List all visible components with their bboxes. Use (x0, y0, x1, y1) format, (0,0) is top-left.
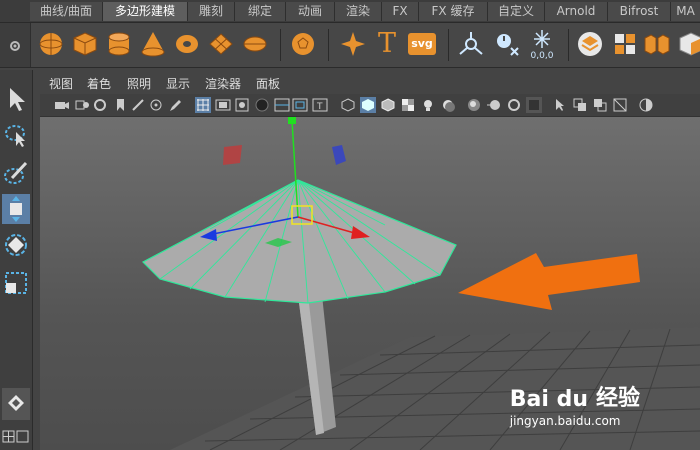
pen-icon[interactable] (168, 97, 184, 113)
xray-icon[interactable] (572, 97, 588, 113)
cone-mesh[interactable] (142, 179, 457, 304)
safe-action-icon[interactable] (292, 97, 308, 113)
torus-icon[interactable] (172, 29, 202, 59)
2d-pan-icon[interactable] (148, 97, 164, 113)
watermark-url: jingyan.baidu.com (509, 414, 621, 428)
anti-alias-icon[interactable] (506, 97, 522, 113)
move-tool-button[interactable] (2, 194, 30, 224)
safe-title-icon[interactable]: T (312, 97, 328, 113)
tab-animation[interactable]: 动画 (286, 2, 335, 21)
cube-icon[interactable] (70, 29, 100, 59)
shelf-tab-bar: 曲线/曲面 多边形建模 雕刻 绑定 动画 渲染 FX FX 缓存 自定义 Arn… (0, 0, 700, 23)
separate-icon[interactable] (642, 29, 672, 59)
numeric-label: 0,0,0 (530, 51, 554, 61)
move-tool-icon (10, 196, 22, 222)
smooth-shade-icon[interactable] (360, 97, 376, 113)
text-icon[interactable]: T (372, 29, 402, 59)
sphere-icon[interactable] (36, 29, 66, 59)
watermark: Bai du 经验 jingyan.baidu.com (510, 380, 640, 428)
menu-view[interactable]: 视图 (49, 75, 73, 92)
baidu-logo: Bai du (509, 387, 588, 412)
tab-bifrost[interactable]: Bifrost (608, 2, 671, 21)
depth-of-field-icon[interactable] (526, 97, 542, 113)
menu-lighting[interactable]: 照明 (127, 75, 151, 92)
shelf-divider (280, 29, 281, 61)
rotate-tool-icon[interactable] (2, 230, 30, 260)
cone-icon[interactable] (138, 29, 168, 59)
tab-poly-modeling[interactable]: 多边形建模 (103, 2, 188, 21)
xray-joints-icon[interactable] (592, 97, 608, 113)
snowflake-icon[interactable]: 0,0,0 (524, 29, 560, 61)
clock-delete-icon[interactable] (492, 29, 522, 59)
film-gate-icon[interactable] (215, 97, 231, 113)
select-tool-icon[interactable] (2, 84, 30, 114)
menu-show[interactable]: 显示 (166, 75, 190, 92)
motion-blur-icon[interactable] (486, 97, 502, 113)
menu-shading[interactable]: 着色 (87, 75, 111, 92)
camera-attr-icon[interactable] (74, 97, 90, 113)
image-plane-icon[interactable] (112, 97, 128, 113)
isolate-select-icon[interactable] (552, 97, 568, 113)
tab-fx[interactable]: FX (382, 2, 419, 21)
tab-sculpting[interactable]: 雕刻 (188, 2, 235, 21)
svg-icon[interactable]: svg (408, 33, 436, 55)
sweep-mesh-icon[interactable] (456, 29, 486, 59)
paint-select-icon[interactable] (2, 158, 30, 188)
panel-menu-bar: 视图 着色 照明 显示 渲染器 面板 (40, 72, 700, 94)
exposure-icon[interactable] (638, 97, 654, 113)
tab-fx-caching[interactable]: FX 缓存 (419, 2, 488, 21)
lasso-icon[interactable] (2, 120, 30, 150)
wireframe-icon[interactable] (340, 97, 356, 113)
tab-arnold[interactable]: Arnold (545, 2, 608, 21)
gate-mask-icon[interactable] (254, 97, 270, 113)
layers-icon[interactable] (575, 29, 605, 59)
camera-icon[interactable] (54, 97, 70, 113)
gear-icon[interactable] (0, 23, 30, 67)
ambient-occlusion-icon[interactable] (466, 97, 482, 113)
shelf: T svg 0,0,0 (0, 23, 700, 68)
shadows-icon[interactable] (440, 97, 456, 113)
menu-renderer[interactable]: 渲染器 (205, 75, 241, 92)
backface-icon[interactable] (612, 97, 628, 113)
cylinder-icon[interactable] (104, 29, 134, 59)
tab-ma[interactable]: MA (671, 2, 700, 21)
textured-icon[interactable] (400, 97, 416, 113)
tab-rigging[interactable]: 绑定 (235, 2, 286, 21)
menu-panels[interactable]: 面板 (256, 75, 280, 92)
lights-icon[interactable] (420, 97, 436, 113)
bookmark-icon[interactable] (92, 97, 108, 113)
wire-on-shaded-icon[interactable] (380, 97, 396, 113)
shelf-settings[interactable] (0, 23, 31, 67)
shelf-divider (328, 29, 329, 61)
tab-curves-surfaces[interactable]: 曲线/曲面 (30, 2, 103, 21)
orange-arrow (458, 253, 640, 310)
combine-icon[interactable] (610, 29, 640, 59)
perspective-viewport[interactable]: Bai du 经验 jingyan.baidu.com (40, 117, 700, 450)
field-chart-icon[interactable] (274, 97, 290, 113)
shelf-divider (448, 29, 449, 61)
tab-custom[interactable]: 自定义 (488, 2, 545, 21)
shelf-divider (568, 29, 569, 61)
resolution-gate-icon[interactable] (234, 97, 250, 113)
svg-text:T: T (316, 102, 323, 112)
soccerball-icon[interactable] (288, 29, 318, 59)
disc-icon[interactable] (240, 29, 270, 59)
star-icon[interactable] (338, 29, 368, 59)
quad-layout-icon[interactable] (2, 388, 30, 420)
grease-pencil-icon[interactable] (130, 97, 146, 113)
panel-toolbar: T (40, 94, 700, 117)
toolbox (0, 70, 33, 450)
layout-buttons-icon[interactable] (2, 430, 30, 444)
scale-tool-icon[interactable] (2, 268, 30, 298)
plane-icon[interactable] (206, 29, 236, 59)
jingyan-label: 经验 (595, 386, 640, 411)
tab-rendering[interactable]: 渲染 (335, 2, 382, 21)
grid-toggle-icon[interactable] (195, 97, 211, 113)
extract-icon[interactable] (676, 29, 700, 59)
